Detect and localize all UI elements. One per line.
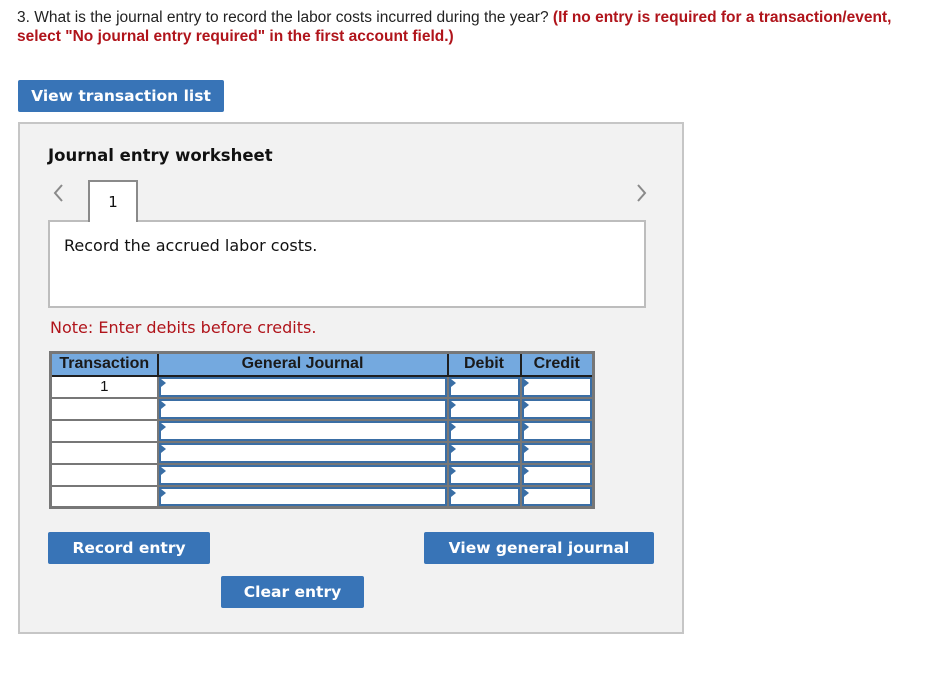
header-transaction: Transaction bbox=[49, 351, 159, 377]
credit-input[interactable] bbox=[521, 442, 592, 463]
account-dropdown[interactable] bbox=[158, 376, 447, 397]
debit-input[interactable] bbox=[448, 464, 520, 485]
table-row bbox=[49, 462, 595, 487]
account-dropdown[interactable] bbox=[158, 420, 447, 441]
table-row bbox=[49, 484, 595, 509]
table-row bbox=[49, 418, 595, 443]
credit-input[interactable] bbox=[521, 486, 592, 506]
tab-transaction-1[interactable]: 1 bbox=[88, 180, 138, 222]
account-dropdown[interactable] bbox=[158, 398, 447, 419]
debit-input[interactable] bbox=[448, 442, 520, 463]
credit-cell bbox=[519, 418, 595, 443]
transaction-cell bbox=[49, 440, 159, 465]
credit-input[interactable] bbox=[521, 376, 592, 397]
worksheet-title: Journal entry worksheet bbox=[48, 146, 273, 165]
credit-cell bbox=[519, 440, 595, 465]
question-text: 3. What is the journal entry to record t… bbox=[17, 9, 549, 26]
transaction-cell bbox=[49, 484, 159, 509]
debit-cell bbox=[446, 374, 522, 399]
table-row bbox=[49, 396, 595, 421]
account-cell bbox=[156, 396, 449, 421]
debit-input[interactable] bbox=[448, 420, 520, 441]
view-general-journal-button[interactable]: View general journal bbox=[424, 532, 654, 564]
credit-input[interactable] bbox=[521, 464, 592, 485]
header-debit: Debit bbox=[446, 351, 522, 377]
credit-input[interactable] bbox=[521, 398, 592, 419]
transaction-description-box: Record the accrued labor costs. bbox=[48, 220, 646, 308]
account-cell bbox=[156, 462, 449, 487]
debit-cell bbox=[446, 396, 522, 421]
credit-cell bbox=[519, 374, 595, 399]
table-header-row: Transaction General Journal Debit Credit bbox=[49, 351, 595, 377]
account-dropdown[interactable] bbox=[158, 442, 447, 463]
account-cell bbox=[156, 484, 449, 509]
account-dropdown[interactable] bbox=[158, 486, 447, 506]
account-cell bbox=[156, 374, 449, 399]
account-dropdown[interactable] bbox=[158, 464, 447, 485]
view-transaction-list-button[interactable]: View transaction list bbox=[18, 80, 224, 112]
account-cell bbox=[156, 418, 449, 443]
general-journal-table: Transaction General Journal Debit Credit… bbox=[49, 351, 595, 509]
header-credit: Credit bbox=[519, 351, 595, 377]
debit-cell bbox=[446, 484, 522, 509]
table-row bbox=[49, 440, 595, 465]
credit-cell bbox=[519, 462, 595, 487]
credit-cell bbox=[519, 484, 595, 509]
debits-credits-note: Note: Enter debits before credits. bbox=[50, 318, 317, 337]
question-prompt: 3. What is the journal entry to record t… bbox=[17, 8, 917, 46]
transaction-description: Record the accrued labor costs. bbox=[64, 236, 318, 255]
clear-entry-button[interactable]: Clear entry bbox=[221, 576, 364, 608]
chevron-right-icon[interactable] bbox=[636, 182, 648, 204]
transaction-cell bbox=[49, 396, 159, 421]
transaction-cell bbox=[49, 418, 159, 443]
record-entry-button[interactable]: Record entry bbox=[48, 532, 210, 564]
transaction-cell: 1 bbox=[49, 374, 159, 399]
debit-input[interactable] bbox=[448, 486, 520, 506]
debit-cell bbox=[446, 418, 522, 443]
credit-input[interactable] bbox=[521, 420, 592, 441]
debit-input[interactable] bbox=[448, 376, 520, 397]
credit-cell bbox=[519, 396, 595, 421]
header-general-journal: General Journal bbox=[156, 351, 449, 377]
debit-cell bbox=[446, 440, 522, 465]
debit-cell bbox=[446, 462, 522, 487]
account-cell bbox=[156, 440, 449, 465]
debit-input[interactable] bbox=[448, 398, 520, 419]
chevron-left-icon[interactable] bbox=[52, 182, 64, 204]
table-row: 1 bbox=[49, 374, 595, 399]
journal-entry-worksheet: Journal entry worksheet 1 Record the acc… bbox=[18, 122, 684, 634]
transaction-cell bbox=[49, 462, 159, 487]
